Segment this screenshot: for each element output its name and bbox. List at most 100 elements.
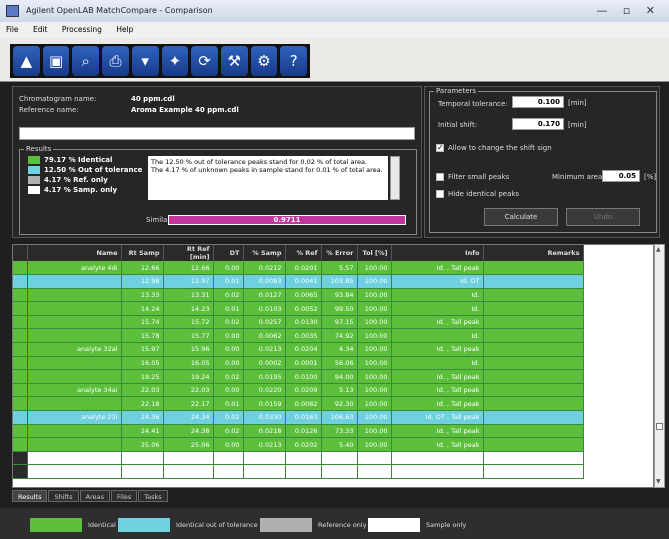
- column-header[interactable]: Remarks: [483, 245, 584, 261]
- table-row[interactable]: 22.18 22.17 0.01 0.0159 0.0082 92.30 100.00 Id.…: [13, 396, 584, 412]
- column-header[interactable]: Info: [391, 245, 484, 261]
- table-cell: [213, 451, 244, 466]
- column-header[interactable]: Rt Ref [min]: [163, 245, 214, 261]
- table-cell: [483, 424, 584, 439]
- table-row[interactable]: analyte 32al 15.97 15.96 0.00 0.0213 0.0204 4.…: [13, 342, 584, 357]
- table-row[interactable]: 13.33 13.31 0.02 0.0127 0.0065 93.84 100.00 Id.: [13, 288, 584, 303]
- bottom-legend-item: Sample only: [368, 518, 466, 532]
- results-group: Results 79.17 % Identical 12.50 % Out of …: [19, 145, 417, 235]
- table-cell: 100.00: [357, 274, 392, 289]
- table-cell: [483, 410, 584, 425]
- table-row[interactable]: 15.78 15.77 0.00 0.0062 0.0035 74.92 100.00 Id.: [13, 328, 584, 344]
- table-row[interactable]: 24.41 24.38 0.02 0.0218 0.0126 73.33 100.00 Id.…: [13, 424, 584, 439]
- tab-files[interactable]: Files: [111, 490, 138, 502]
- compare-icon[interactable]: ✦: [161, 46, 189, 76]
- table-cell: 19.25: [121, 369, 164, 384]
- table-cell: 0.0213: [243, 342, 286, 357]
- app-icon: [6, 5, 19, 17]
- tools-icon[interactable]: ⚒: [220, 46, 248, 76]
- initial-shift-label: Initial shift:: [438, 121, 478, 129]
- print-icon[interactable]: ⎙: [102, 46, 129, 76]
- table-row[interactable]: 15.74 15.72 0.02 0.0257 0.0130 97.15 100.00 Id.…: [13, 315, 584, 330]
- table-row[interactable]: 14.24 14.23 0.01 0.0103 0.0052 99.50 100.00 Id.: [13, 301, 584, 316]
- column-header[interactable]: Rt Samp: [121, 245, 164, 261]
- row-header[interactable]: [13, 437, 28, 452]
- minimum-area-input[interactable]: 0.05: [602, 170, 640, 182]
- column-header[interactable]: Name: [27, 245, 122, 261]
- legend-text: Identical: [88, 521, 116, 529]
- column-header[interactable]: % Ref: [285, 245, 322, 261]
- open-icon[interactable]: ▲: [13, 46, 40, 76]
- table-cell: [27, 274, 122, 289]
- table-cell: Id. , Tall peak: [391, 396, 484, 412]
- table-cell: analyte 4di: [27, 261, 122, 276]
- table-cell: 0.01: [213, 301, 244, 316]
- table-row[interactable]: analyte 23i 24.36 24.34 0.02 0.0330 0.0163 106…: [13, 410, 584, 425]
- row-header[interactable]: [13, 410, 28, 425]
- table-cell: [27, 424, 122, 439]
- row-header[interactable]: [13, 396, 28, 412]
- row-header[interactable]: [13, 315, 28, 330]
- comment-field[interactable]: [19, 127, 415, 140]
- recalc-icon[interactable]: ⟳: [191, 46, 218, 76]
- column-header[interactable]: Tol [%]: [357, 245, 392, 261]
- undo-button[interactable]: Undo: [566, 208, 640, 226]
- column-header[interactable]: % Error: [321, 245, 358, 261]
- column-header[interactable]: DT: [213, 245, 244, 261]
- tab-results[interactable]: Results: [12, 490, 48, 502]
- save-icon[interactable]: ▣: [42, 46, 70, 76]
- table-cell: [357, 451, 392, 466]
- row-header[interactable]: [13, 328, 28, 344]
- table-cell: 92.30: [321, 396, 358, 412]
- table-row[interactable]: analyte 4di 12.66 12.66 0.00 0.0212 0.0201 5.5…: [13, 261, 584, 276]
- row-header[interactable]: [13, 261, 28, 276]
- table-cell: [27, 396, 122, 412]
- column-header[interactable]: % Samp: [243, 245, 286, 261]
- scroll-thumb[interactable]: [656, 423, 663, 430]
- table-scrollbar[interactable]: ▲ ▼: [654, 244, 665, 488]
- scroll-down-icon[interactable]: ▼: [656, 479, 663, 485]
- scroll-up-icon[interactable]: ▲: [656, 247, 663, 253]
- filter-small-peaks-checkbox[interactable]: [436, 173, 444, 181]
- help-icon[interactable]: ?: [280, 46, 308, 76]
- row-header[interactable]: [13, 301, 28, 316]
- tab-areas[interactable]: Areas: [79, 490, 111, 502]
- row-header[interactable]: [13, 274, 28, 289]
- table-row[interactable]: analyte 34ai 22.03 22.03 0.00 0.0220 0.0209 5.…: [13, 383, 584, 398]
- row-header[interactable]: [13, 342, 28, 357]
- results-message-box: The 12.50 % out of tolerance peaks stand…: [148, 156, 388, 200]
- menu-help[interactable]: Help: [116, 25, 133, 34]
- table-cell: [483, 451, 584, 466]
- row-header[interactable]: [13, 369, 28, 384]
- row-header[interactable]: [13, 424, 28, 439]
- table-cell: 94.00: [321, 369, 358, 384]
- table-row[interactable]: 16.05 16.05 0.00 0.0002 0.0001 56.06 100.00 Id.: [13, 356, 584, 371]
- table-cell: [483, 369, 584, 384]
- table-cell: 24.36: [121, 410, 164, 425]
- table-cell: 0.0083: [243, 274, 286, 289]
- tab-shifts[interactable]: Shifts: [48, 490, 79, 502]
- export-icon[interactable]: ▾: [131, 46, 159, 76]
- calculate-button[interactable]: Calculate: [484, 208, 558, 226]
- menu-edit[interactable]: Edit: [33, 25, 48, 34]
- table-cell: analyte 23i: [27, 410, 122, 425]
- row-header[interactable]: [13, 356, 28, 371]
- allow-shift-sign-checkbox[interactable]: [436, 143, 444, 152]
- tab-tasks[interactable]: Tasks: [138, 490, 168, 502]
- row-header[interactable]: [13, 383, 28, 398]
- menu-file[interactable]: File: [6, 25, 19, 34]
- table-row[interactable]: 25.06 25.06 0.00 0.0213 0.0202 5.40 100.00 Id. …: [13, 437, 584, 452]
- temporal-tolerance-input[interactable]: 0.100: [512, 96, 564, 108]
- window-controls[interactable]: — ▫ ✕: [596, 0, 661, 22]
- table-cell: 0.0195: [243, 369, 286, 384]
- table-row[interactable]: 12.98 12.97 0.01 0.0083 0.0041 103.85 100.00 Id…: [13, 274, 584, 289]
- search-icon[interactable]: ⌕: [72, 46, 100, 76]
- table-row[interactable]: 19.25 19.24 0.02 0.0195 0.0100 94.00 100.00 Id.…: [13, 369, 584, 384]
- empty-row: [13, 451, 584, 466]
- row-header[interactable]: [13, 288, 28, 303]
- menu-processing[interactable]: Processing: [62, 25, 102, 34]
- hide-identical-checkbox[interactable]: [436, 190, 444, 198]
- message-scrollbar[interactable]: [390, 156, 400, 200]
- settings-icon[interactable]: ⚙: [250, 46, 278, 76]
- initial-shift-input[interactable]: 0.170: [512, 118, 564, 130]
